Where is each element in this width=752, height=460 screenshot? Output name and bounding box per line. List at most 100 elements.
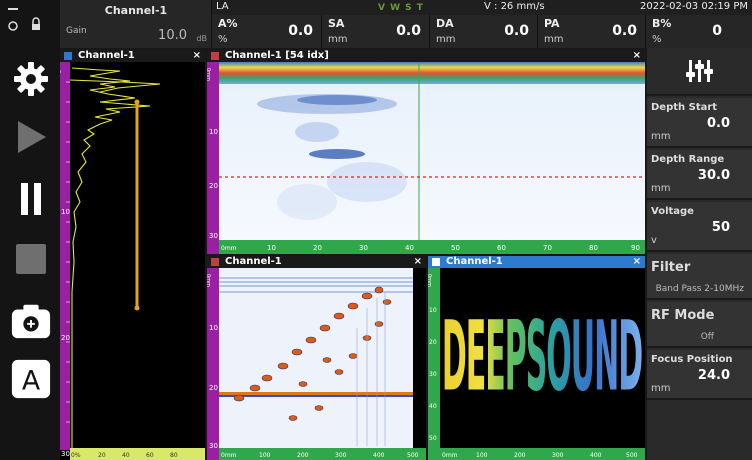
svg-text:70: 70 bbox=[543, 244, 552, 252]
depth-tick-10: 10 bbox=[61, 208, 70, 216]
pause-icon bbox=[21, 183, 41, 215]
bscan-image bbox=[219, 62, 645, 240]
svg-text:20: 20 bbox=[209, 182, 218, 190]
auto-button[interactable]: A bbox=[10, 358, 52, 400]
svg-text:80: 80 bbox=[589, 244, 598, 252]
svg-text:30: 30 bbox=[209, 442, 218, 450]
auto-icon: A bbox=[11, 359, 51, 399]
ultrasonic-app: A Channel-1 Gain 10.0 dB LA V W S T V : … bbox=[0, 0, 752, 460]
gain-value: 10.0 bbox=[158, 28, 187, 43]
sliders-icon bbox=[685, 60, 713, 82]
settings-icon bbox=[14, 62, 48, 96]
pause-button[interactable] bbox=[10, 178, 52, 220]
cscan-title-bar: Channel-1 × bbox=[428, 256, 645, 268]
sector-image bbox=[219, 268, 413, 448]
svg-text:10: 10 bbox=[429, 307, 437, 314]
svg-text:30: 30 bbox=[359, 244, 368, 252]
sector-title-bar: Channel-1 × bbox=[207, 256, 426, 268]
voltage-control[interactable]: Voltage 50 v bbox=[647, 202, 752, 252]
battery-icon bbox=[8, 8, 18, 10]
svg-text:20: 20 bbox=[313, 244, 322, 252]
svg-text:200: 200 bbox=[514, 452, 526, 459]
bscan-title-bar: Channel-1 [54 idx] × bbox=[207, 50, 645, 62]
svg-text:200: 200 bbox=[297, 452, 309, 459]
depth-tick-30: 30 bbox=[61, 450, 70, 458]
wave-indicator: V W S T bbox=[378, 3, 424, 13]
measure-a-percent[interactable]: A% % 0.0 bbox=[212, 15, 322, 48]
sector-title: Channel-1 bbox=[225, 256, 282, 267]
bscan-x-ruler bbox=[219, 240, 645, 254]
velocity-readout: V : 26 mm/s bbox=[484, 1, 545, 12]
measure-sa[interactable]: SA mm 0.0 bbox=[322, 15, 430, 48]
panel-icon bbox=[64, 52, 72, 60]
depth-start-control[interactable]: Depth Start 0.0 mm bbox=[647, 98, 752, 148]
camera-icon bbox=[11, 304, 51, 339]
focus-position-control[interactable]: Focus Position 24.0 mm bbox=[647, 350, 752, 400]
close-icon[interactable]: × bbox=[633, 50, 641, 62]
measure-b-percent[interactable]: B% % 0 bbox=[646, 15, 752, 48]
svg-text:20: 20 bbox=[209, 384, 218, 392]
svg-text:10: 10 bbox=[209, 128, 218, 136]
channel-name: Channel-1 bbox=[104, 4, 168, 17]
settings-button[interactable] bbox=[10, 58, 52, 100]
stop-button[interactable] bbox=[10, 238, 52, 280]
bscan-title: Channel-1 [54 idx] bbox=[225, 50, 329, 61]
depth-tick-20: 20 bbox=[61, 334, 70, 342]
svg-text:10: 10 bbox=[209, 324, 218, 332]
depth-range-control[interactable]: Depth Range 30.0 mm bbox=[647, 150, 752, 200]
ascan-title-bar: Channel-1 × bbox=[60, 50, 205, 62]
close-icon[interactable]: × bbox=[414, 256, 422, 268]
defect-echo bbox=[309, 149, 365, 159]
svg-text:A: A bbox=[22, 366, 41, 397]
capture-button[interactable] bbox=[10, 300, 52, 342]
cscan-x-ruler bbox=[440, 448, 645, 460]
svg-text:0mm: 0mm bbox=[207, 68, 211, 81]
svg-text:0mm: 0mm bbox=[428, 274, 432, 287]
depth-ruler bbox=[60, 62, 70, 450]
svg-text:30: 30 bbox=[209, 232, 218, 240]
lock-icon bbox=[32, 24, 40, 30]
cscan-plot: 0mm 10 20 30 40 50 DEEPSOUND 0mm 100 200… bbox=[428, 268, 645, 460]
bscan-panel[interactable]: Channel-1 [54 idx] × 0mm 10 20 30 0mm 10… bbox=[207, 50, 645, 254]
play-icon bbox=[18, 121, 46, 153]
cscan-title: Channel-1 bbox=[446, 256, 503, 267]
la-label: LA bbox=[216, 1, 229, 12]
cscan-text: DEEPSOUND bbox=[442, 301, 642, 413]
close-icon[interactable]: × bbox=[633, 256, 641, 268]
measure-da[interactable]: DA mm 0.0 bbox=[430, 15, 538, 48]
sector-panel[interactable]: Channel-1 × 0mm 10 20 30 0mm 100 200 300… bbox=[207, 256, 426, 460]
panel-icon bbox=[211, 52, 219, 60]
play-button[interactable] bbox=[10, 116, 52, 158]
measure-pa[interactable]: PA mm 0.0 bbox=[538, 15, 646, 48]
cscan-panel[interactable]: Channel-1 × 0mm 10 20 30 40 50 DEEPSOUND… bbox=[428, 256, 645, 460]
rf-mode-control[interactable]: RF Mode Off bbox=[647, 302, 752, 348]
svg-text:100: 100 bbox=[259, 452, 271, 459]
svg-text:400: 400 bbox=[373, 452, 385, 459]
svg-text:300: 300 bbox=[335, 452, 347, 459]
panel-icon bbox=[211, 258, 219, 266]
panel-icon bbox=[432, 258, 440, 266]
sector-plot: 0mm 10 20 30 0mm 100 200 300 400 500 bbox=[207, 268, 426, 460]
svg-text:400: 400 bbox=[590, 452, 602, 459]
close-icon[interactable]: × bbox=[193, 50, 201, 62]
svg-text:10: 10 bbox=[267, 244, 276, 252]
ascan-peak bbox=[69, 79, 161, 93]
bscan-plot: 0mm 10 20 30 0mm 10 20 30 40 50 60 70 80… bbox=[207, 62, 645, 254]
parameter-panel: Depth Start 0.0 mm Depth Range 30.0 mm V… bbox=[647, 48, 752, 460]
tuning-button[interactable] bbox=[647, 48, 752, 96]
svg-text:0mm: 0mm bbox=[221, 452, 237, 459]
svg-text:50: 50 bbox=[451, 244, 460, 252]
ascan-plot: 0mm 10 20 30 0% bbox=[60, 62, 205, 460]
svg-text:0mm: 0mm bbox=[207, 274, 211, 287]
gain-unit: dB bbox=[196, 34, 207, 43]
svg-text:0%: 0% bbox=[71, 452, 81, 459]
stop-icon bbox=[16, 244, 46, 274]
svg-text:80: 80 bbox=[170, 452, 178, 459]
svg-text:40: 40 bbox=[405, 244, 414, 252]
gain-label: Gain bbox=[66, 26, 87, 36]
gain-control[interactable]: Channel-1 Gain 10.0 dB bbox=[60, 0, 212, 48]
filter-control[interactable]: Filter Band Pass 2-10MHz bbox=[647, 254, 752, 300]
svg-text:60: 60 bbox=[497, 244, 506, 252]
svg-text:500: 500 bbox=[626, 452, 638, 459]
ascan-panel[interactable]: Channel-1 × 0mm 10 20 30 bbox=[60, 50, 205, 460]
